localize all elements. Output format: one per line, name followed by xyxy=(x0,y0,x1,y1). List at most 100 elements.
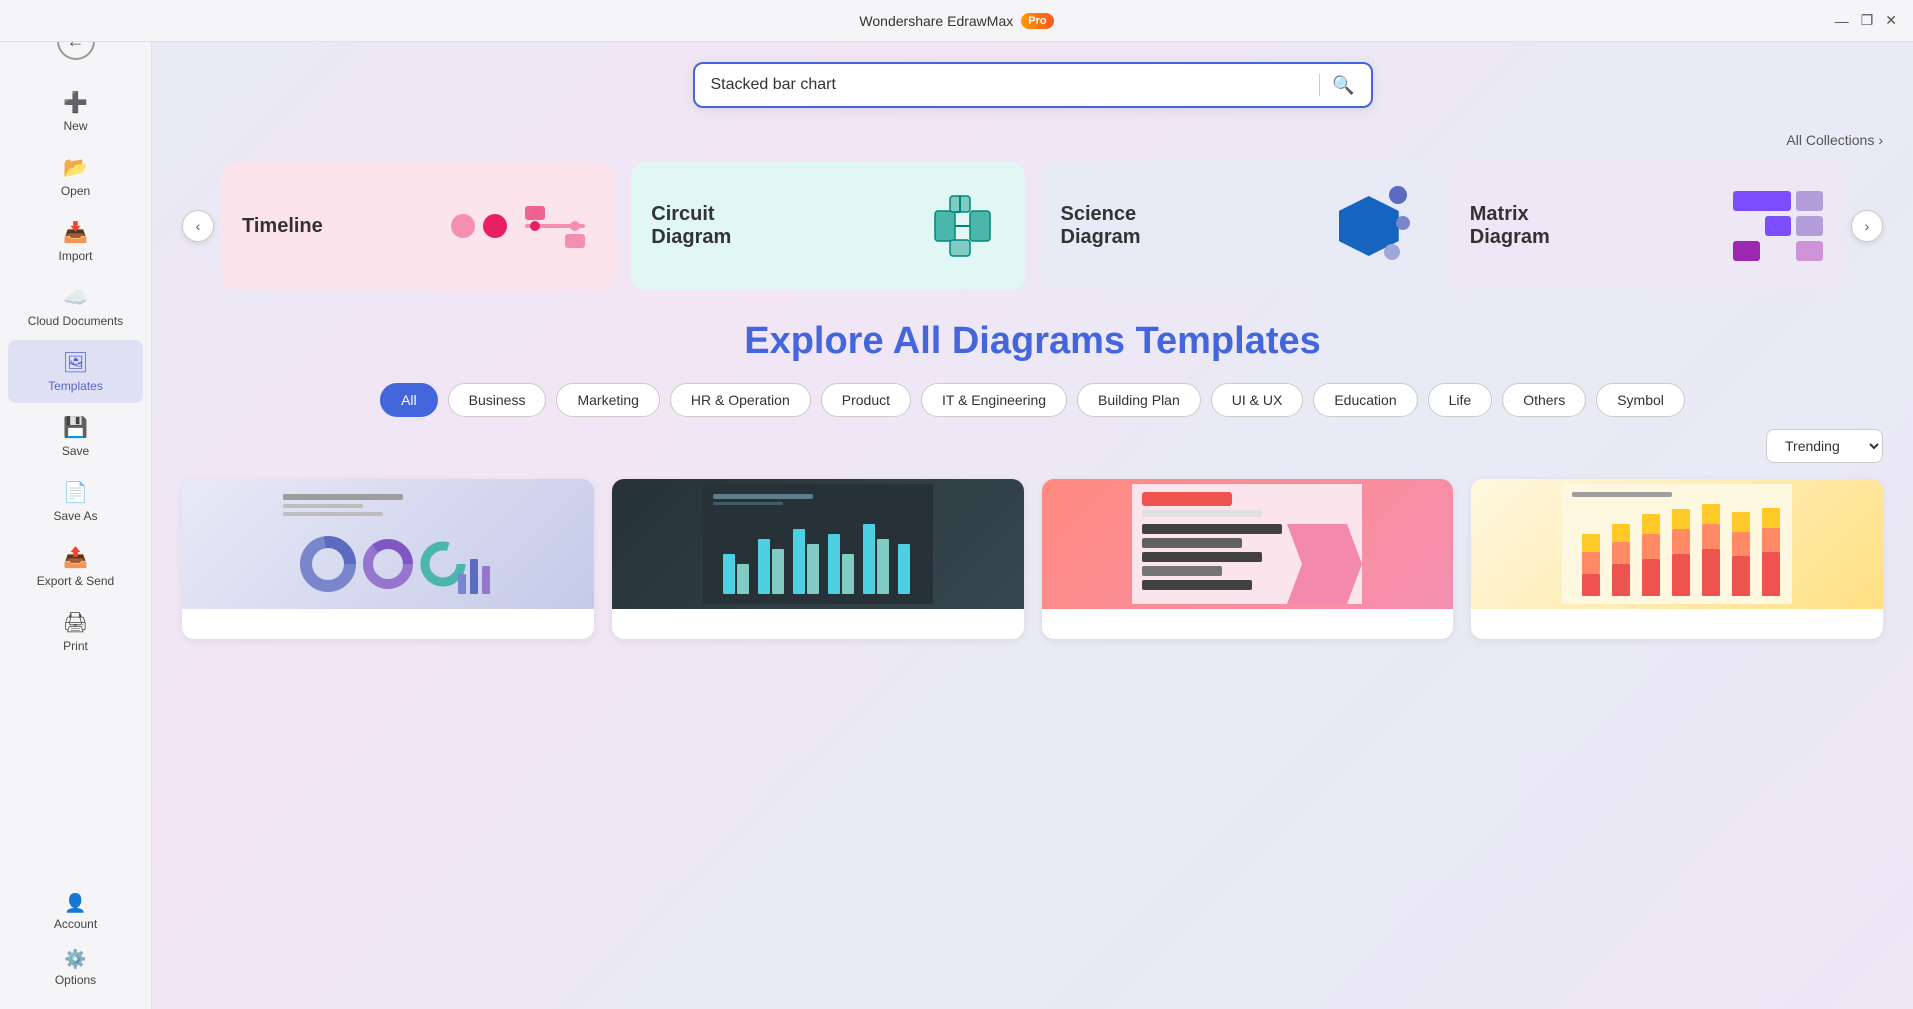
sidebar-bottom-options[interactable]: ⚙️ Options xyxy=(8,941,143,995)
filter-chip-product[interactable]: Product xyxy=(821,383,911,417)
sidebar-item-save[interactable]: 💾 Save xyxy=(8,405,143,468)
card-title-science: ScienceDiagram xyxy=(1061,203,1141,249)
sidebar-item-templates[interactable]: 🖼 Templates xyxy=(8,340,143,403)
filter-chip-uiux[interactable]: UI & UX xyxy=(1211,383,1304,417)
dot-top-right xyxy=(1389,186,1407,204)
carousel-next-button[interactable]: › xyxy=(1851,210,1883,242)
card2-image xyxy=(612,479,1024,609)
account-icon: 👤 xyxy=(64,893,86,914)
sidebar-item-label-export: Export & Send xyxy=(37,574,114,588)
timeline-icon xyxy=(451,196,595,256)
export-icon: 📤 xyxy=(63,545,88,570)
filter-chip-education[interactable]: Education xyxy=(1313,383,1417,417)
sidebar-item-label-saveas: Save As xyxy=(53,509,97,523)
search-container: 🔍 xyxy=(182,62,1883,108)
filter-chip-others[interactable]: Others xyxy=(1502,383,1586,417)
dot1 xyxy=(451,214,475,238)
template-card-timeline[interactable]: Timeline xyxy=(222,162,615,290)
save-icon: 💾 xyxy=(63,415,88,440)
filter-chip-it[interactable]: IT & Engineering xyxy=(921,383,1067,417)
filter-chip-marketing[interactable]: Marketing xyxy=(556,383,659,417)
template-card-matrix[interactable]: MatrixDiagram xyxy=(1450,162,1843,290)
template-card-science[interactable]: ScienceDiagram xyxy=(1041,162,1434,290)
filter-chip-all[interactable]: All xyxy=(380,383,438,417)
collections-header: All Collections › xyxy=(182,132,1883,148)
search-input[interactable] xyxy=(711,76,1308,94)
carousel-prev-button[interactable]: ‹ xyxy=(182,210,214,242)
collections-link[interactable]: All Collections › xyxy=(1786,132,1883,148)
matrix-icon xyxy=(1733,191,1823,261)
card-title-timeline: Timeline xyxy=(242,215,323,238)
sidebar-item-open[interactable]: 📂 Open xyxy=(8,145,143,208)
app-name: Wondershare EdrawMax xyxy=(859,13,1013,29)
search-button[interactable]: 🔍 xyxy=(1332,75,1354,96)
template-card-2[interactable] xyxy=(612,479,1024,639)
donut-chart-svg xyxy=(273,484,503,604)
close-button[interactable]: ✕ xyxy=(1885,12,1897,29)
horizontal-bars-svg xyxy=(1132,484,1362,604)
card-title-matrix: MatrixDiagram xyxy=(1470,203,1550,249)
explore-section: Explore All Diagrams Templates xyxy=(182,320,1883,363)
sidebar-item-new[interactable]: ➕ New xyxy=(8,80,143,143)
collections-link-text: All Collections xyxy=(1786,132,1874,148)
filter-chips: All Business Marketing HR & Operation Produc… xyxy=(182,383,1883,417)
timeline-svg xyxy=(515,196,595,256)
stacked-bars-svg xyxy=(1562,484,1792,604)
filter-chips-row1: All Business Marketing HR & Operation Produc… xyxy=(380,383,1201,417)
search-box: 🔍 xyxy=(693,62,1373,108)
mc5 xyxy=(1733,241,1760,261)
open-icon: 📂 xyxy=(63,155,88,180)
saveas-icon: 📄 xyxy=(63,480,88,505)
mc-wide xyxy=(1733,191,1791,211)
sort-select[interactable]: TrendingNewestMost Used xyxy=(1766,429,1883,463)
template-card-4[interactable] xyxy=(1471,479,1883,639)
maximize-button[interactable]: ❐ xyxy=(1861,12,1874,29)
minimize-button[interactable]: — xyxy=(1835,13,1849,29)
circuit-svg xyxy=(915,191,1005,261)
card-title-circuit: CircuitDiagram xyxy=(651,203,731,249)
sidebar-item-print[interactable]: 🖨 Print xyxy=(8,600,143,663)
templates-carousel: ‹ Timeline xyxy=(182,162,1883,290)
mc2 xyxy=(1733,216,1760,236)
sidebar-bottom-label-account: Account xyxy=(54,917,97,931)
filter-chip-hr[interactable]: HR & Operation xyxy=(670,383,811,417)
mc4 xyxy=(1796,216,1823,236)
sidebar-item-label-cloud: Cloud Documents xyxy=(28,314,123,328)
mc1 xyxy=(1796,191,1823,211)
filter-chip-life[interactable]: Life xyxy=(1428,383,1493,417)
mc3 xyxy=(1765,216,1792,236)
template-card-1[interactable] xyxy=(182,479,594,639)
template-card-3[interactable] xyxy=(1042,479,1454,639)
sidebar-item-saveas[interactable]: 📄 Save As xyxy=(8,470,143,533)
sidebar-item-label-new: New xyxy=(63,119,87,133)
science-icon xyxy=(1324,186,1414,266)
titlebar-controls: — ❐ ✕ xyxy=(1835,12,1897,29)
explore-title: Explore All Diagrams Templates xyxy=(182,320,1883,363)
filter-chip-building[interactable]: Building Plan xyxy=(1077,383,1201,417)
pro-badge: Pro xyxy=(1021,13,1053,29)
sidebar-nav: ➕ New 📂 Open 📥 Import ☁️ Cloud Documents… xyxy=(0,78,151,665)
filter-chips-row2: UI & UX Education Life Others Symbol xyxy=(1211,383,1685,417)
titlebar-title: Wondershare EdrawMax Pro xyxy=(859,13,1053,29)
sidebar-bottom-account[interactable]: 👤 Account xyxy=(8,885,143,939)
filter-chip-symbol[interactable]: Symbol xyxy=(1596,383,1685,417)
explore-prefix: Explore xyxy=(744,320,893,362)
mc6 xyxy=(1765,241,1792,261)
search-divider xyxy=(1319,74,1320,96)
import-icon: 📥 xyxy=(63,220,88,245)
template-card-circuit[interactable]: CircuitDiagram xyxy=(631,162,1024,290)
card1-image xyxy=(182,479,594,609)
new-icon: ➕ xyxy=(63,90,88,115)
sidebar-item-cloud[interactable]: ☁️ Cloud Documents xyxy=(8,275,143,338)
filter-chip-business[interactable]: Business xyxy=(448,383,547,417)
card3-image xyxy=(1042,479,1454,609)
sidebar-item-import[interactable]: 📥 Import xyxy=(8,210,143,273)
print-icon: 🖨 xyxy=(63,610,88,635)
content-area: 🔍 All Collections › ‹ Timeline xyxy=(152,42,1913,659)
collections-arrow: › xyxy=(1878,132,1883,148)
titlebar: Wondershare EdrawMax Pro — ❐ ✕ xyxy=(0,0,1913,42)
sidebar-item-export[interactable]: 📤 Export & Send xyxy=(8,535,143,598)
sidebar: ← ➕ New 📂 Open 📥 Import ☁️ Cloud Documen… xyxy=(0,0,152,1009)
card4-image xyxy=(1471,479,1883,609)
templates-cards: Timeline Circ xyxy=(214,162,1851,290)
